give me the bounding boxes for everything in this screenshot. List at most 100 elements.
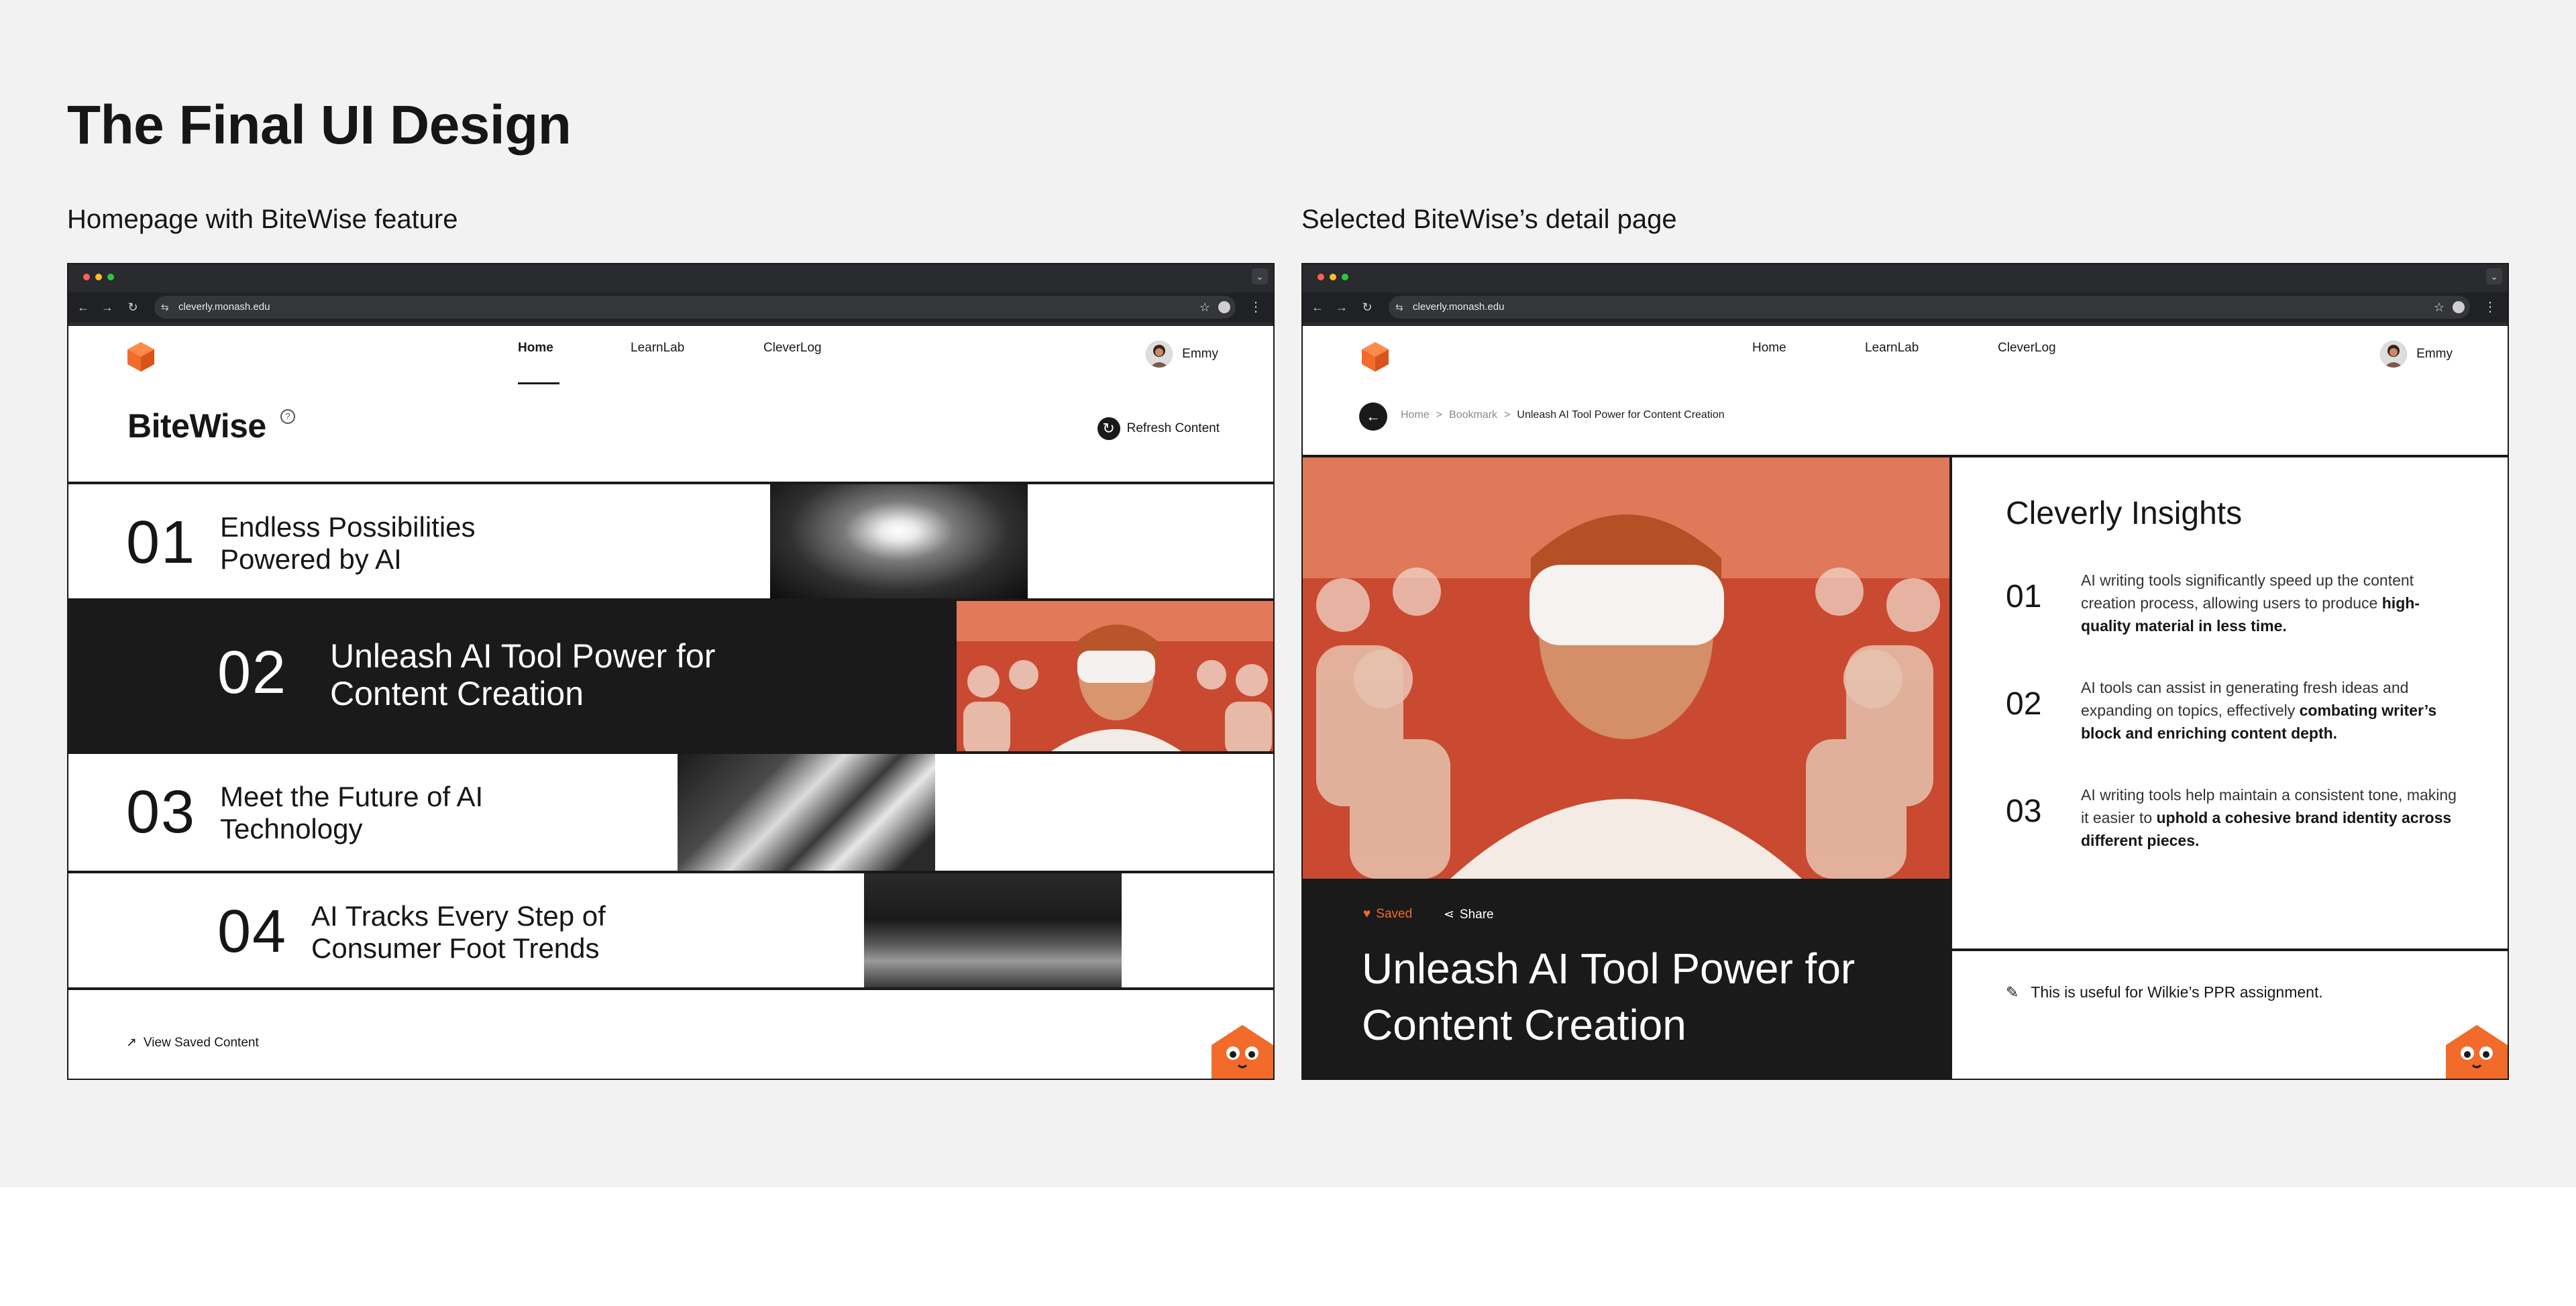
back-arrow-icon[interactable]: ←	[74, 297, 93, 317]
breadcrumb-current: Unleash AI Tool Power for Content Creati…	[1517, 409, 1725, 421]
item-title: Endless Possibilities Powered by AI	[220, 511, 476, 575]
address-bar[interactable]: ⇆ cleverly.monash.edu ☆	[154, 296, 1236, 319]
close-window-dot[interactable]	[83, 274, 90, 280]
url-text[interactable]: cleverly.monash.edu	[178, 296, 270, 319]
refresh-content-button[interactable]: ↻ Refresh Content	[1097, 417, 1220, 440]
cleverly-logo[interactable]	[126, 341, 156, 373]
nav-cleverlog[interactable]: CleverLog	[763, 341, 822, 356]
breadcrumb-separator: >	[1436, 409, 1443, 421]
homepage-caption: Homepage with BiteWise feature	[67, 205, 458, 234]
back-button[interactable]: ←	[1359, 402, 1387, 431]
breadcrumb: Home > Bookmark > Unleash AI Tool Power …	[1401, 409, 1725, 421]
user-name: Emmy	[2416, 347, 2453, 361]
arrow-up-right-icon: ↗	[126, 1036, 137, 1050]
window-controls	[83, 274, 114, 280]
hero-caption-panel: ♥ Saved ⋖ Share Unleash AI Tool Power fo…	[1303, 879, 1952, 1079]
robot-image	[678, 754, 935, 871]
nav-active-indicator	[518, 382, 559, 384]
homepage-mockup: ⌄ ← → ↻ ⇆ cleverly.monash.edu ☆ ⋮ Home L…	[67, 263, 1275, 1080]
insight-text: AI tools can assist in generating fresh …	[2081, 679, 2437, 742]
browser-chrome: ⌄ ← → ↻ ⇆ cleverly.monash.edu ☆ ⋮	[68, 264, 1273, 326]
close-window-dot[interactable]	[1318, 274, 1324, 280]
user-menu[interactable]: Emmy	[1146, 341, 1218, 368]
site-settings-icon[interactable]: ⇆	[1395, 296, 1403, 319]
nav-learnlab[interactable]: LearnLab	[1865, 341, 1919, 356]
share-button[interactable]: ⋖ Share	[1444, 907, 1494, 922]
user-name: Emmy	[1182, 347, 1218, 361]
detail-viewport: Home LearnLab CleverLog Emmy ← Home > Bo…	[1303, 326, 2508, 1079]
maximize-window-dot[interactable]	[1342, 274, 1348, 280]
url-text[interactable]: cleverly.monash.edu	[1413, 296, 1504, 319]
mascot-icon[interactable]	[1212, 1025, 1273, 1079]
forward-arrow-icon[interactable]: →	[98, 297, 117, 317]
item-title: Meet the Future of AI Technology	[220, 781, 484, 845]
user-note[interactable]: ✎ This is useful for Wilkie’s PPR assign…	[2006, 983, 2323, 1001]
browser-menu-icon[interactable]: ⋮	[2483, 297, 2497, 317]
saved-toggle[interactable]: ♥ Saved	[1363, 907, 1412, 922]
help-icon[interactable]: ?	[280, 409, 295, 424]
view-saved-content-link[interactable]: ↗ View Saved Content	[126, 1035, 259, 1050]
article-title: Unleash AI Tool Power for Content Creati…	[1362, 944, 1856, 1049]
tunnel-image	[770, 484, 1028, 601]
insight-number: 01	[2006, 579, 2042, 614]
bitewise-title: BiteWise	[127, 407, 266, 445]
window-controls	[1318, 274, 1348, 280]
tab-dropdown-icon[interactable]: ⌄	[2486, 268, 2502, 284]
avatar[interactable]	[1146, 341, 1173, 368]
breadcrumb-home[interactable]: Home	[1401, 409, 1430, 421]
nav-home[interactable]: Home	[1752, 341, 1786, 356]
vr-headset-image	[957, 601, 1273, 754]
view-saved-content-label: View Saved Content	[143, 1035, 259, 1050]
site-settings-icon[interactable]: ⇆	[161, 296, 169, 319]
item-number: 01	[126, 509, 197, 576]
nav-home[interactable]: Home	[518, 341, 553, 356]
address-bar[interactable]: ⇆ cleverly.monash.edu ☆	[1389, 296, 2470, 319]
share-label: Share	[1459, 907, 1494, 922]
nav-cleverlog[interactable]: CleverLog	[1998, 341, 2056, 356]
nav-learnlab[interactable]: LearnLab	[631, 341, 684, 356]
refresh-label: Refresh Content	[1126, 421, 1220, 435]
tab-dropdown-icon[interactable]: ⌄	[1252, 268, 1268, 284]
avatar[interactable]	[2380, 341, 2408, 368]
detail-caption: Selected BiteWise’s detail page	[1301, 205, 1677, 234]
bitewise-item-04[interactable]: 04 AI Tracks Every Step of Consumer Foot…	[68, 871, 1273, 990]
share-icon: ⋖	[1444, 908, 1454, 922]
reload-icon[interactable]: ↻	[1358, 297, 1377, 317]
bitewise-item-03[interactable]: 03 Meet the Future of AI Technology	[68, 751, 1273, 871]
list-divider	[68, 987, 1273, 990]
browser-toolbar: ← → ↻ ⇆ cleverly.monash.edu ☆ ⋮	[1303, 292, 2508, 322]
user-menu[interactable]: Emmy	[2380, 341, 2453, 368]
bookmark-star-icon[interactable]: ☆	[1199, 296, 1210, 319]
forward-arrow-icon[interactable]: →	[1332, 297, 1351, 317]
item-title: Unleash AI Tool Power for Content Creati…	[330, 637, 716, 712]
mascot-icon[interactable]	[2446, 1025, 2508, 1079]
reload-icon[interactable]: ↻	[123, 297, 142, 317]
profile-icon[interactable]	[2453, 301, 2465, 313]
minimize-window-dot[interactable]	[1330, 274, 1336, 280]
note-text: This is useful for Wilkie’s PPR assignme…	[2031, 983, 2323, 1001]
item-number: 03	[126, 779, 197, 846]
browser-menu-icon[interactable]: ⋮	[1249, 297, 1263, 317]
breadcrumb-separator: >	[1504, 409, 1511, 421]
hero-image	[1303, 455, 1952, 879]
maximize-window-dot[interactable]	[107, 274, 114, 280]
bitewise-item-01[interactable]: 01 Endless Possibilities Powered by AI	[68, 482, 1273, 601]
bookmark-star-icon[interactable]: ☆	[2434, 296, 2445, 319]
cleverly-logo[interactable]	[1360, 341, 1390, 373]
back-arrow-icon[interactable]: ←	[1308, 297, 1327, 317]
item-number: 02	[217, 639, 288, 706]
insight-text: AI writing tools significantly speed up …	[2081, 572, 2420, 635]
profile-icon[interactable]	[1218, 301, 1230, 313]
bitewise-item-02[interactable]: 02 Unleash AI Tool Power for Content Cre…	[68, 598, 1273, 754]
page-title: The Final UI Design	[67, 95, 572, 156]
breadcrumb-bookmark[interactable]: Bookmark	[1449, 409, 1497, 421]
design-canvas: The Final UI Design Homepage with BiteWi…	[0, 0, 2576, 1187]
insights-title: Cleverly Insights	[2006, 496, 2243, 531]
heart-icon: ♥	[1363, 907, 1371, 921]
insight-number: 02	[2006, 686, 2042, 722]
minimize-window-dot[interactable]	[95, 274, 102, 280]
browser-toolbar: ← → ↻ ⇆ cleverly.monash.edu ☆ ⋮	[68, 292, 1273, 322]
insights-panel: Cleverly Insights 01 AI writing tools si…	[1952, 455, 2508, 951]
refresh-icon: ↻	[1097, 417, 1120, 440]
item-number: 04	[217, 898, 288, 965]
